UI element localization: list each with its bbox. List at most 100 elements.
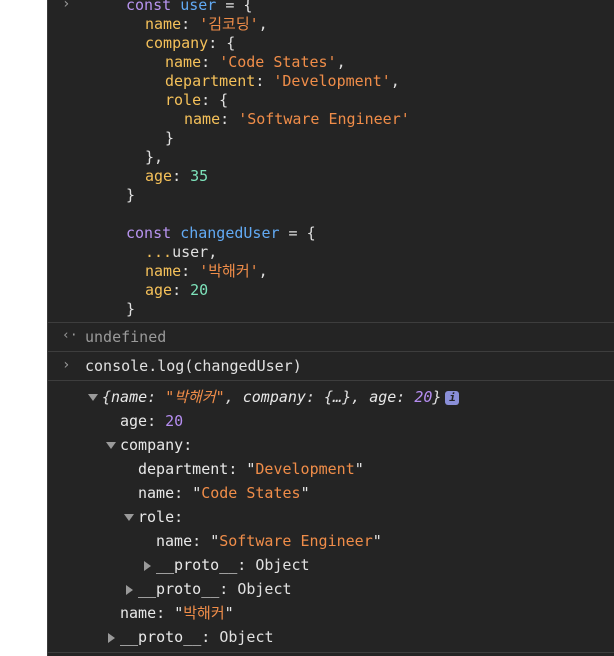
tree-value: Code States: [201, 484, 301, 502]
tree-row-role[interactable]: role:: [138, 508, 183, 527]
code-line-7: name: 'Software Engineer': [184, 110, 410, 129]
prop-key: name: [184, 110, 221, 128]
tree-key: __proto__: [156, 556, 238, 574]
summary-key: company: [242, 388, 306, 406]
code-line-15: age: 20: [145, 281, 208, 300]
spread-operator: ...: [145, 243, 173, 261]
command-function: log: [157, 357, 185, 375]
code-line-11: }: [126, 186, 136, 204]
prop-key: name: [145, 15, 182, 33]
devtools-console: › const user = { name: '김코딩', company: {…: [47, 0, 614, 656]
expand-triangle-icon[interactable]: [88, 394, 98, 401]
prop-key: department: [165, 72, 256, 90]
prop-key: role: [165, 91, 202, 109]
brace: : {: [201, 91, 229, 109]
object-summary[interactable]: {name: "박해커", company: {…}, age: 20} i: [102, 388, 460, 407]
prop-key: name: [145, 262, 182, 280]
tree-row-proto[interactable]: __proto__: Object: [120, 628, 274, 647]
tree-key: age: [120, 412, 148, 430]
variable-user: user: [180, 0, 217, 14]
command-object: console: [85, 357, 149, 375]
colon: :: [172, 281, 191, 299]
tree-value: Software Engineer: [219, 532, 373, 550]
comma: ,: [336, 53, 346, 71]
code-line-13: ...user,: [145, 243, 217, 262]
tree-row-name: name: "박해커": [120, 604, 234, 622]
tree-key: name: [138, 484, 175, 502]
keyword-const: const: [126, 0, 172, 14]
summary-value: "박해커": [165, 388, 225, 406]
code-line-4: name: 'Code States',: [165, 53, 346, 72]
tree-row-company-proto[interactable]: __proto__: Object: [138, 580, 292, 599]
tree-row-company[interactable]: company:: [120, 436, 192, 455]
prop-key: age: [145, 167, 173, 185]
string-value: 'Code States': [219, 53, 337, 71]
code-line-10: age: 35: [145, 167, 208, 186]
tree-value: 20: [165, 412, 184, 430]
tree-key: name: [156, 532, 193, 550]
tree-key: __proto__: [120, 628, 202, 646]
input-prompt-chevron-icon: ›: [62, 0, 71, 12]
colon: :: [255, 72, 274, 90]
comma: ,: [390, 72, 400, 90]
spread-target: user,: [172, 243, 218, 261]
prop-key: name: [165, 53, 202, 71]
result-arrow-icon: ‹·: [62, 328, 78, 343]
tree-key: __proto__: [138, 580, 220, 598]
colon: :: [181, 262, 200, 280]
summary-value: {…}: [324, 388, 352, 406]
code-line-14: name: '박해커',: [145, 262, 268, 281]
tree-row-role-proto[interactable]: __proto__: Object: [156, 556, 310, 575]
brace: : {: [208, 34, 236, 52]
expand-triangle-icon[interactable]: [124, 514, 134, 521]
colon: :: [220, 110, 239, 128]
string-value: '박해커': [199, 262, 259, 280]
info-icon[interactable]: i: [445, 391, 460, 405]
tree-value: Development: [255, 460, 355, 478]
code-line-1: const user = {: [126, 0, 252, 15]
string-value: 'Development': [273, 72, 391, 90]
tree-row-role-name: name: "Software Engineer": [156, 532, 382, 550]
brace: }: [432, 388, 442, 406]
summary-key: name: [111, 388, 148, 406]
tree-row-department: department: "Development": [138, 460, 364, 478]
divider: [48, 351, 614, 352]
number-value: 35: [190, 167, 209, 185]
collapse-triangle-icon[interactable]: [108, 633, 115, 643]
divider: [48, 322, 614, 323]
input-prompt-chevron-icon: ›: [62, 357, 71, 373]
tree-row-company-name: name: "Code States": [138, 484, 310, 502]
prop-key: age: [145, 281, 173, 299]
tree-value: Object: [219, 628, 274, 646]
collapse-triangle-icon[interactable]: [144, 561, 151, 571]
prop-key: company: [145, 34, 209, 52]
result-undefined: undefined: [85, 328, 167, 346]
tree-key: company: [120, 436, 184, 454]
variable-changed-user: changedUser: [180, 224, 280, 242]
code-line-16: }: [126, 300, 136, 318]
colon: :: [172, 167, 191, 185]
number-value: 20: [190, 281, 209, 299]
string-value: 'Software Engineer': [238, 110, 410, 128]
code-line-3: company: {: [145, 34, 235, 53]
string-value: '김코딩': [199, 15, 259, 33]
command-dot: .: [148, 357, 158, 375]
divider: [48, 652, 614, 653]
tree-row-age: age: 20: [120, 412, 184, 430]
comma: ,: [258, 262, 268, 280]
code-line-8: }: [165, 129, 175, 147]
tree-value: Object: [237, 580, 292, 598]
collapse-triangle-icon[interactable]: [126, 585, 133, 595]
summary-key: age: [369, 388, 397, 406]
code-line-12: const changedUser = {: [126, 224, 316, 243]
keyword-const: const: [126, 224, 172, 242]
expand-triangle-icon[interactable]: [106, 442, 116, 449]
console-log-command[interactable]: console.log(changedUser): [85, 357, 302, 376]
divider: [48, 380, 614, 381]
code-line-5: department: 'Development',: [165, 72, 400, 91]
tree-value: 박해커: [183, 604, 225, 622]
tree-value: Object: [255, 556, 310, 574]
summary-value: 20: [414, 388, 433, 406]
tree-key: role: [138, 508, 175, 526]
tree-key: department: [138, 460, 229, 478]
